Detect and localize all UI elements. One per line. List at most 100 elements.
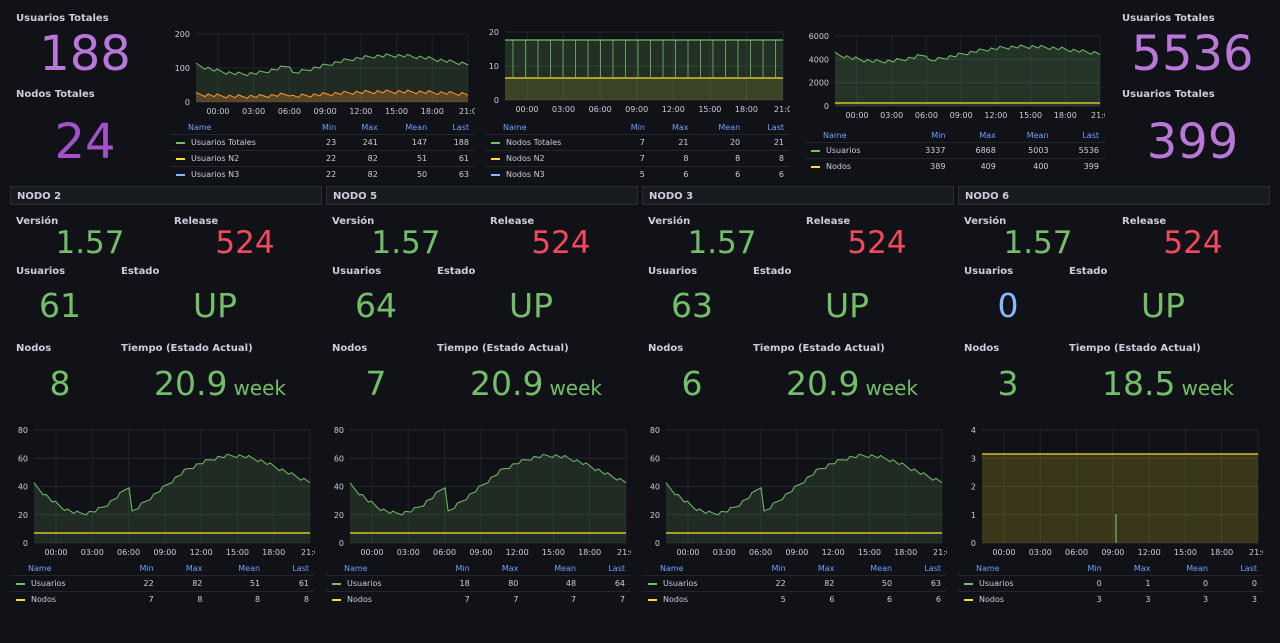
series-max: 8 — [159, 591, 209, 607]
release-value: 524 — [531, 225, 591, 261]
series-min: 18 — [431, 575, 476, 592]
series-mean: 6 — [694, 166, 747, 182]
x-tick-label: 06:00 — [117, 548, 140, 557]
y-tick-label: 6000 — [809, 32, 829, 41]
y-tick-label: 3 — [971, 454, 976, 463]
time-number: 20.9 — [785, 364, 860, 403]
time-unit: week — [865, 376, 919, 400]
legend-row[interactable]: Nodos N2 7 8 8 8 — [485, 150, 790, 167]
nodes-value: 6 — [681, 364, 703, 403]
x-tick-label: 03:00 — [242, 107, 265, 116]
series-swatch-icon — [16, 582, 25, 585]
node-timeseries-chart[interactable]: 80 60 40 20 0 00:00 03:00 06:00 09:00 12:00 15:00 1… — [326, 418, 635, 558]
chart-panel-global[interactable]: 6000 4000 2000 0 00:00 03:00 06:00 09:00 12:00 15… — [805, 30, 1109, 175]
x-tick-label: 12:00 — [662, 105, 685, 114]
node-timeseries-chart[interactable]: 4 3 2 1 0 00:00 03:00 06:00 09:00 12:00 15:00 18:00… — [958, 418, 1267, 558]
legend-row[interactable]: Nodos Totales 7 21 20 21 — [485, 134, 790, 151]
row-title: NODO 6 — [965, 191, 1010, 202]
state-value: UP — [508, 286, 554, 325]
series-max: 6 — [791, 591, 841, 607]
series-min: 7 — [610, 134, 651, 151]
series-name: Usuarios N3 — [191, 170, 240, 179]
series-max: 80 — [475, 575, 525, 592]
y-tick-label: 200 — [175, 30, 190, 39]
series-swatch-icon — [648, 598, 657, 601]
y-tick-label: 10 — [489, 62, 499, 71]
series-name: Nodos — [31, 595, 57, 604]
y-tick-label: 20 — [18, 511, 28, 520]
release-title: Release — [174, 216, 219, 227]
node-chart-panel[interactable]: 80 60 40 20 0 00:00 03:00 06:00 09:00 12:00 15:00 1… — [326, 418, 635, 608]
y-tick-label: 20 — [650, 511, 660, 520]
series-max: 6 — [650, 166, 695, 182]
node-chart-panel[interactable]: 4 3 2 1 0 00:00 03:00 06:00 09:00 12:00 15:00 18:00… — [958, 418, 1267, 608]
x-tick-label: 09:00 — [950, 111, 973, 120]
legend-row[interactable]: Nodos 3 3 3 3 — [958, 591, 1263, 607]
series-name: Usuarios Totales — [191, 138, 256, 147]
legend-header: Max — [979, 131, 996, 140]
x-tick-label: 21:0 — [617, 548, 631, 557]
global-chart[interactable]: 6000 4000 2000 0 00:00 03:00 06:00 09:00 12:00 15… — [805, 30, 1109, 125]
series-min: 7 — [431, 591, 476, 607]
nodes-total-chart[interactable]: 20 10 0 00:00 03:00 06:00 09:00 12:00 15:00 18:00… — [485, 22, 792, 117]
y-tick-label: 80 — [334, 426, 344, 435]
x-tick-label: 18:00 — [1054, 111, 1077, 120]
series-swatch-icon — [332, 582, 341, 585]
x-tick-label: 21:0 — [1091, 111, 1105, 120]
legend-header: Min — [630, 123, 645, 132]
legend-row[interactable]: Usuarios 0 1 0 0 — [958, 575, 1263, 592]
series-name: Nodos — [347, 595, 373, 604]
legend-header: Last — [452, 123, 469, 132]
legend-header: Min — [455, 564, 470, 573]
node-timeseries-chart[interactable]: 80 60 40 20 0 00:00 03:00 06:00 09:00 12:00 15:00 1… — [10, 418, 319, 558]
legend-row[interactable]: Usuarios 22 82 50 63 — [642, 575, 947, 592]
time-value: 18.5 week — [1068, 367, 1268, 400]
x-tick-label: 18:00 — [894, 548, 917, 557]
x-tick-label: 09:00 — [314, 107, 337, 116]
stat-value-total-users-right: 5536 — [1131, 26, 1254, 82]
chart-panel-users-by-node[interactable]: 200 100 0 00:00 03:00 06:00 09:00 12:00 15:00 18:… — [170, 22, 477, 182]
state-title: Estado — [121, 266, 160, 277]
row-header-node[interactable]: NODO 2 — [10, 186, 322, 205]
users-by-node-chart[interactable]: 200 100 0 00:00 03:00 06:00 09:00 12:00 15:00 18:… — [170, 22, 477, 117]
series-max: 241 — [342, 134, 384, 151]
legend-row[interactable]: Usuarios 22 82 51 61 — [10, 575, 315, 592]
legend-row[interactable]: Usuarios N2 22 82 51 61 — [170, 150, 475, 167]
node-timeseries-chart[interactable]: 80 60 40 20 0 00:00 03:00 06:00 09:00 12:00 15:00 1… — [642, 418, 951, 558]
y-tick-label: 4000 — [809, 55, 829, 64]
legend-row[interactable]: Nodos 7 7 7 7 — [326, 591, 631, 607]
legend-row[interactable]: Nodos N3 5 6 6 6 — [485, 166, 790, 182]
legend-header: Mean — [238, 564, 261, 573]
legend-row[interactable]: Nodos 5 6 6 6 — [642, 591, 947, 607]
node-chart-legend: Name Min Max Mean Last Usuarios 22 82 50 63 … — [642, 562, 947, 607]
legend-header: Name — [823, 131, 847, 140]
series-mean: 8 — [694, 150, 747, 167]
series-area — [34, 454, 310, 543]
legend-row[interactable]: Usuarios Totales 23 241 147 188 — [170, 134, 475, 151]
release-value: 524 — [215, 225, 275, 261]
legend-row[interactable]: Usuarios 3337 6868 5003 5536 — [805, 142, 1105, 159]
series-swatch-icon — [16, 598, 25, 601]
x-tick-label: 03:00 — [552, 105, 575, 114]
legend-row[interactable]: Usuarios N3 22 82 50 63 — [170, 166, 475, 182]
node-chart-panel[interactable]: 80 60 40 20 0 00:00 03:00 06:00 09:00 12:00 15:00 1… — [10, 418, 319, 608]
x-tick-label: 12:00 — [190, 548, 213, 557]
state-title: Estado — [437, 266, 476, 277]
x-tick-label: 12:00 — [349, 107, 372, 116]
series-min: 3337 — [900, 142, 952, 159]
legend-row[interactable]: Nodos 7 8 8 8 — [10, 591, 315, 607]
legend-row[interactable]: Nodos 389 409 400 399 — [805, 158, 1105, 174]
series-name: Usuarios — [979, 579, 1014, 588]
legend-header: Name — [344, 564, 368, 573]
node-chart-panel[interactable]: 80 60 40 20 0 00:00 03:00 06:00 09:00 12:00 15:00 1… — [642, 418, 951, 608]
legend-header: Mean — [554, 564, 577, 573]
series-last: 6 — [898, 591, 947, 607]
chart-panel-nodes-total[interactable]: 20 10 0 00:00 03:00 06:00 09:00 12:00 15:00 18:00… — [485, 22, 792, 182]
stat-title-total-users-right-2: Usuarios Totales — [1122, 89, 1215, 100]
row-header-node[interactable]: NODO 3 — [642, 186, 954, 205]
row-header-node[interactable]: NODO 6 — [958, 186, 1270, 205]
legend-row[interactable]: Usuarios 18 80 48 64 — [326, 575, 631, 592]
legend-header: Mean — [870, 564, 893, 573]
row-header-node[interactable]: NODO 5 — [326, 186, 638, 205]
x-tick-label: 09:00 — [153, 548, 176, 557]
